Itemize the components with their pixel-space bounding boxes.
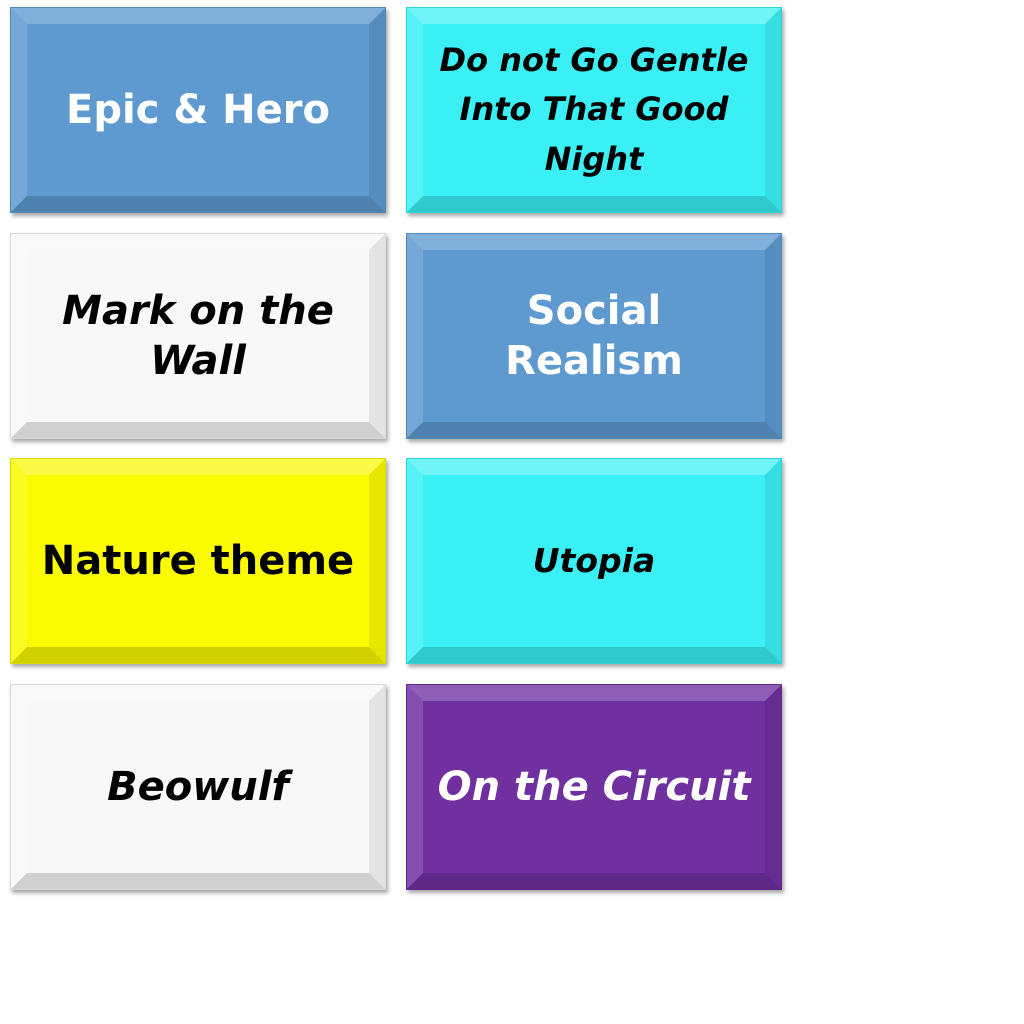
tile-label: Epic & Hero — [66, 87, 330, 133]
tile-label: Utopia — [532, 541, 656, 581]
tile-nature-theme[interactable]: Nature theme — [10, 458, 386, 664]
tile-label: Mark on the Wall — [62, 288, 334, 384]
tile-epic-and-hero[interactable]: Epic & Hero — [10, 7, 386, 213]
tile-mark-on-the-wall[interactable]: Mark on the Wall — [10, 233, 386, 439]
tile-do-not-go-gentle[interactable]: Do not Go Gentle Into That Good Night — [406, 7, 782, 213]
tile-on-the-circuit[interactable]: On the Circuit — [406, 684, 782, 890]
tile-label: Do not Go Gentle Into That Good Night — [439, 40, 749, 178]
tile-label: On the Circuit — [437, 764, 751, 810]
tile-beowulf[interactable]: Beowulf — [10, 684, 386, 890]
tile-utopia[interactable]: Utopia — [406, 458, 782, 664]
tile-label: Nature theme — [41, 538, 355, 584]
tile-label: Beowulf — [107, 764, 289, 810]
tile-label: Social Realism — [505, 288, 683, 384]
topic-tile-grid: Epic & Hero Do not Go Gentle Into That G… — [0, 0, 1024, 1024]
tile-social-realism[interactable]: Social Realism — [406, 233, 782, 439]
